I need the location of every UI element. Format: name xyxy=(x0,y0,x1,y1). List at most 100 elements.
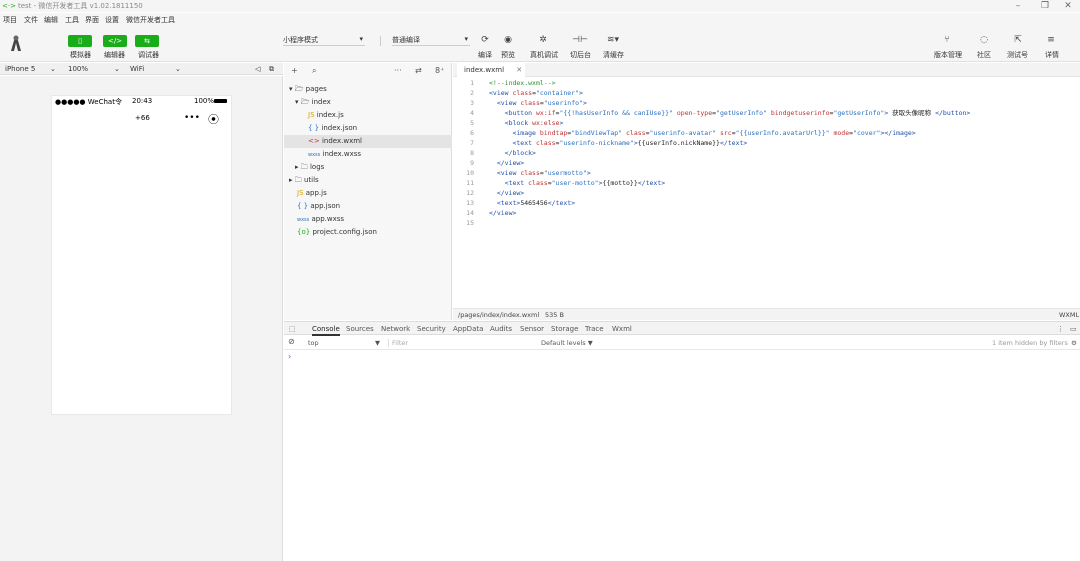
dock-icon[interactable]: ▭ xyxy=(1070,325,1077,333)
menu-view[interactable]: 界面 xyxy=(85,15,99,25)
search-icon[interactable]: ⌕ xyxy=(312,66,316,76)
clear-cache-label[interactable]: 清缓存 xyxy=(603,50,624,60)
clear-console-icon[interactable]: ⊘ xyxy=(288,337,295,346)
tab-audits[interactable]: Audits xyxy=(490,325,512,333)
tab-wxml[interactable]: Wxml xyxy=(612,325,632,333)
console-filter-input[interactable]: Filter xyxy=(388,339,538,347)
tab-appdata[interactable]: AppData xyxy=(453,325,483,333)
code-line[interactable]: <view class="usermotto"> xyxy=(489,168,591,178)
console-prompt[interactable]: › xyxy=(288,352,291,361)
tab-sources[interactable]: Sources xyxy=(346,325,374,333)
preview-label[interactable]: 预览 xyxy=(501,50,515,60)
editor-toggle-button[interactable]: </> xyxy=(103,35,127,47)
code-line[interactable]: <view class="container"> xyxy=(489,88,583,98)
tree-file-index-json[interactable]: { } index.json xyxy=(308,122,452,135)
tree-file-app-js[interactable]: JS app.js xyxy=(297,187,452,200)
menu-file[interactable]: 文件 xyxy=(24,15,38,25)
minimize-button[interactable]: – xyxy=(1008,0,1028,12)
menu-tools[interactable]: 工具 xyxy=(65,15,79,25)
more-dots-icon[interactable]: ••• xyxy=(184,113,200,123)
close-icon[interactable]: ✕ xyxy=(516,66,522,74)
refresh-icon[interactable]: ⟳ xyxy=(477,35,493,45)
avatar[interactable] xyxy=(8,34,24,52)
compile-select[interactable]: 普通编译 ▾ xyxy=(392,35,470,46)
code-line[interactable]: <button wx:if="{{!hasUserInfo && canIUse… xyxy=(489,108,971,118)
tab-index-wxml[interactable]: index.wxml ✕ xyxy=(457,63,525,77)
layers-icon[interactable]: ≋▾ xyxy=(605,35,621,45)
code-token: <block xyxy=(504,119,533,127)
volume-icon[interactable]: ◁ xyxy=(255,65,260,73)
rotate-icon[interactable]: ⧉ xyxy=(269,65,274,74)
external-link-icon[interactable]: ⇱ xyxy=(1010,35,1026,45)
gear-icon[interactable]: ⚙ xyxy=(1071,339,1077,347)
add-file-icon[interactable]: + xyxy=(291,66,298,75)
menu-icon[interactable]: ≡ xyxy=(1043,35,1059,45)
community-label[interactable]: 社区 xyxy=(977,50,991,60)
version-label[interactable]: 版本管理 xyxy=(934,50,962,60)
details-label[interactable]: 详情 xyxy=(1045,50,1059,60)
tree-folder-pages[interactable]: ▾ 🗁 pages xyxy=(289,83,452,96)
code-line[interactable]: <image bindtap="bindViewTap" class="user… xyxy=(489,128,915,138)
more-icon[interactable]: ··· xyxy=(394,66,402,75)
branch-icon[interactable]: ⑂ xyxy=(939,35,955,45)
code-line[interactable]: <text class="user-motto">{{motto}}</text… xyxy=(489,178,666,188)
code-line[interactable]: <!--index.wxml--> xyxy=(489,78,556,88)
tab-security[interactable]: Security xyxy=(417,325,446,333)
collapse-icon[interactable]: ⇄ xyxy=(415,66,422,75)
code-line[interactable]: <text>5465456</text> xyxy=(489,198,575,208)
more-vertical-icon[interactable]: ⋮ xyxy=(1057,325,1064,333)
compile-label[interactable]: 编译 xyxy=(478,50,492,60)
eye-icon[interactable]: ◉ xyxy=(500,35,516,45)
test-account-label[interactable]: 测试号 xyxy=(1007,50,1028,60)
menu-edit[interactable]: 编辑 xyxy=(44,15,58,25)
code-line[interactable]: </view> xyxy=(489,158,524,168)
tab-network[interactable]: Network xyxy=(381,325,410,333)
tree-file-index-wxss[interactable]: wxss index.wxss xyxy=(308,148,452,161)
background-label[interactable]: 切后台 xyxy=(570,50,591,60)
simulator-toggle-button[interactable]: ▯ xyxy=(68,35,92,47)
tree-folder-logs[interactable]: ▸ 🗀 logs xyxy=(295,161,452,174)
maximize-button[interactable]: ❐ xyxy=(1035,0,1055,12)
context-select[interactable]: top xyxy=(308,339,319,347)
tab-storage[interactable]: Storage xyxy=(551,325,578,333)
menu-project[interactable]: 项目 xyxy=(3,15,17,25)
code-token: class xyxy=(520,99,540,107)
remote-debug-label[interactable]: 真机调试 xyxy=(530,50,558,60)
code-line[interactable]: </block> xyxy=(489,148,536,158)
menu-settings[interactable]: 设置 xyxy=(105,15,119,25)
device-select[interactable]: iPhone 5 xyxy=(5,65,35,73)
capsule-close-icon[interactable]: ⦿ xyxy=(208,111,219,127)
code-line[interactable]: <block wx:else> xyxy=(489,118,564,128)
code-line[interactable]: <text class="userinfo-nickname">{{userIn… xyxy=(489,138,747,148)
mode-select[interactable]: 小程序模式 ▾ xyxy=(283,35,365,46)
close-button[interactable]: ✕ xyxy=(1058,0,1078,12)
tree-folder-index[interactable]: ▾ 🗁 index xyxy=(295,96,452,109)
network-select[interactable]: WiFi xyxy=(130,65,144,73)
debugger-toggle-button[interactable]: ⇆ xyxy=(135,35,159,47)
tab-sensor[interactable]: Sensor xyxy=(520,325,544,333)
menu-wechat-devtools[interactable]: 微信开发者工具 xyxy=(126,15,175,25)
phone-screen[interactable]: ●●●●● WeChat令 20:43 100% +66 ••• ⦿ xyxy=(51,95,232,415)
code-line[interactable]: </view> xyxy=(489,188,524,198)
zoom-select[interactable]: 100% xyxy=(68,65,88,73)
language-mode[interactable]: WXML xyxy=(1059,311,1079,319)
tree-file-index-wxml[interactable]: <> index.wxml xyxy=(284,135,452,148)
tree-file-index-js[interactable]: JS index.js xyxy=(308,109,452,122)
tab-trace[interactable]: Trace xyxy=(585,325,604,333)
log-levels-select[interactable]: Default levels ▼ xyxy=(541,339,593,347)
inspect-icon[interactable]: ⬚ xyxy=(289,325,296,333)
line-number: 14 xyxy=(466,209,474,217)
switch-background-icon[interactable]: ⊣⊢ xyxy=(572,35,588,45)
tree-folder-utils[interactable]: ▸ 🗀 utils xyxy=(289,174,452,187)
tab-console[interactable]: Console xyxy=(312,325,340,336)
code-line[interactable]: </view> xyxy=(489,208,516,218)
bug-icon[interactable]: ✲ xyxy=(535,35,551,45)
tree-file-app-json[interactable]: { } app.json xyxy=(297,200,452,213)
chat-icon[interactable]: ◌ xyxy=(976,35,992,45)
tree-ops-icon[interactable]: 8⁺ xyxy=(435,66,444,75)
tree-file-project-config[interactable]: {o} project.config.json xyxy=(297,226,452,239)
code-token: <button xyxy=(504,109,536,117)
tree-file-app-wxss[interactable]: wxss app.wxss xyxy=(297,213,452,226)
code-line[interactable]: <view class="userinfo"> xyxy=(489,98,587,108)
chevron-down-icon: ▾ xyxy=(359,35,363,43)
